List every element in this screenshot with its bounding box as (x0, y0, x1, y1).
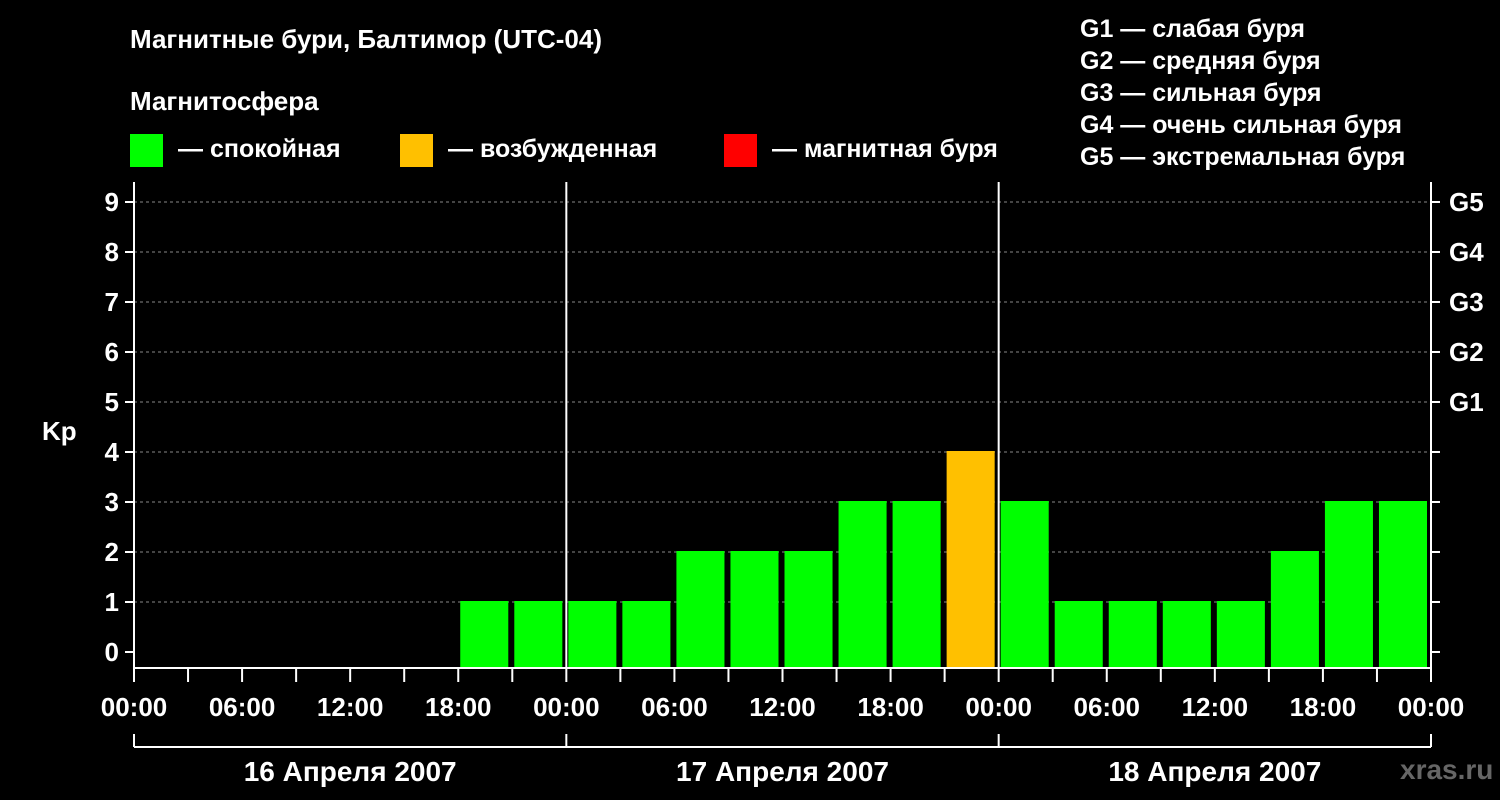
y-tick-label: 5 (105, 387, 119, 417)
legend-quiet-swatch (130, 134, 163, 167)
x-tick-label: 00:00 (1398, 692, 1465, 722)
legend-excited-label: — возбужденная (448, 135, 658, 163)
kp-bar (676, 551, 725, 668)
g-tick-label: G3 (1449, 287, 1484, 317)
x-tick-label: 06:00 (209, 692, 276, 722)
x-tick-label: 00:00 (533, 692, 600, 722)
kp-bar (838, 501, 887, 668)
legend-excited-swatch (400, 134, 433, 167)
chart-title: Магнитные бури, Балтимор (UTC-04) (130, 24, 603, 54)
y-axis-title: Kp (42, 416, 77, 446)
g1-description: G1 — слабая буря (1080, 15, 1306, 43)
g2-description: G2 — средняя буря (1080, 47, 1321, 75)
legend-storm-label: — магнитная буря (772, 135, 998, 163)
y-tick-label: 8 (105, 237, 119, 267)
y-tick-label: 7 (105, 287, 119, 317)
g4-description: G4 — очень сильная буря (1080, 111, 1402, 139)
kp-bar (622, 601, 671, 668)
x-tick-label: 18:00 (857, 692, 924, 722)
kp-bar (1270, 551, 1319, 668)
kp-bar (1000, 501, 1049, 668)
day-label: 18 Апреля 2007 (1108, 756, 1321, 787)
y-tick-label: 6 (105, 337, 119, 367)
g3-description: G3 — сильная буря (1080, 79, 1322, 107)
g-tick-label: G1 (1449, 387, 1484, 417)
x-tick-label: 00:00 (965, 692, 1032, 722)
kp-bar (1108, 601, 1157, 668)
x-tick-label: 00:00 (101, 692, 168, 722)
g-tick-label: G2 (1449, 337, 1484, 367)
kp-bar (1216, 601, 1265, 668)
x-tick-label: 06:00 (1074, 692, 1141, 722)
y-tick-label: 9 (105, 187, 119, 217)
legend-storm-swatch (724, 134, 757, 167)
y-tick-label: 3 (105, 487, 119, 517)
x-tick-label: 18:00 (425, 692, 492, 722)
g-tick-label: G4 (1449, 237, 1484, 267)
kp-bar (1378, 501, 1427, 668)
kp-bar (946, 451, 995, 668)
x-tick-label: 12:00 (1182, 692, 1249, 722)
kp-bar (784, 551, 833, 668)
kp-bar (460, 601, 509, 668)
kp-bar (514, 601, 563, 668)
g-scale-legend: G1 — слабая буря G2 — средняя буря G3 — … (1080, 13, 1405, 173)
day-label: 17 Апреля 2007 (676, 756, 889, 787)
y-tick-label: 1 (105, 587, 119, 617)
day-label: 16 Апреля 2007 (244, 756, 457, 787)
legend-quiet-label: — спокойная (178, 135, 341, 163)
kp-bar (1162, 601, 1211, 668)
x-tick-label: 18:00 (1290, 692, 1357, 722)
y-tick-label: 4 (105, 437, 120, 467)
kp-bar (1054, 601, 1103, 668)
y-tick-label: 2 (105, 537, 119, 567)
magnetosphere-label: Магнитосфера (130, 86, 319, 116)
y-tick-label: 0 (105, 637, 119, 667)
g5-description: G5 — экстремальная буря (1080, 143, 1406, 171)
g-tick-label: G5 (1449, 187, 1484, 217)
kp-bar (730, 551, 779, 668)
x-tick-label: 12:00 (317, 692, 384, 722)
watermark: xras.ru (1400, 754, 1494, 785)
kp-bar (568, 601, 617, 668)
x-tick-label: 06:00 (641, 692, 708, 722)
kp-bar (1324, 501, 1373, 668)
x-tick-label: 12:00 (749, 692, 816, 722)
kp-bar (892, 501, 941, 668)
